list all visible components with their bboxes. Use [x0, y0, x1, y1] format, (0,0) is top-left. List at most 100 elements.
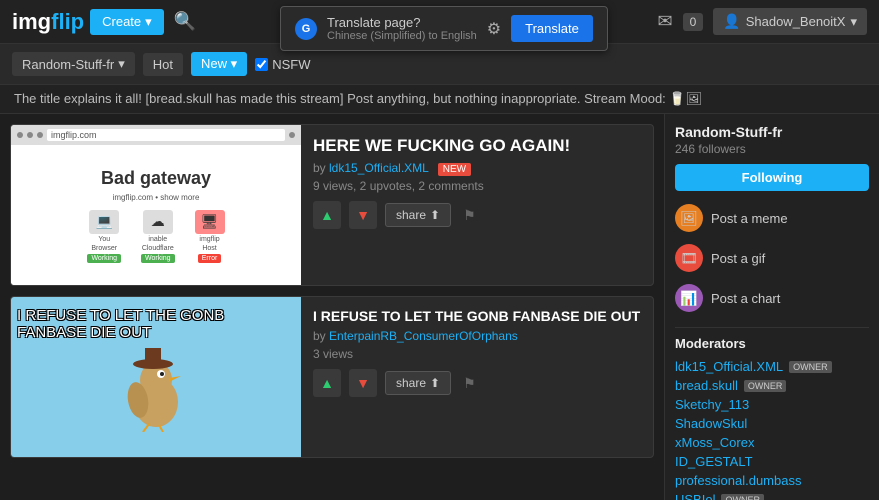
bad-gateway-screenshot: imgflip.com Bad gateway imgflip.com • sh… — [11, 125, 301, 285]
post-author-link[interactable]: ldk15_Official.XML — [329, 161, 428, 175]
mod-link-4[interactable]: xMoss_Corex — [675, 435, 754, 450]
sidebar-actions: 🖼 Post a meme 🎞 Post a gif 📊 Post a char… — [675, 201, 869, 315]
bad-gateway-subtitle: imgflip.com • show more — [113, 193, 200, 202]
browser-body: Bad gateway imgflip.com • show more 💻 Yo… — [11, 145, 301, 285]
post-chart-button[interactable]: 📊 Post a chart — [675, 281, 869, 315]
post-stats: 9 views, 2 upvotes, 2 comments — [313, 179, 641, 193]
tab-hot[interactable]: Hot — [143, 53, 183, 76]
cloudflare-sublabel: Cloudflare — [142, 245, 174, 252]
browser-menu — [289, 132, 295, 138]
search-icon[interactable]: 🔍 — [174, 11, 196, 32]
translate-gear-icon[interactable]: ⚙ — [487, 19, 501, 39]
post-author-link-2[interactable]: EnterpainRB_ConsumerOfOrphans — [329, 329, 518, 343]
you-status: Working — [87, 254, 121, 263]
create-button[interactable]: Create ▾ — [90, 9, 164, 35]
feed: imgflip.com Bad gateway imgflip.com • sh… — [0, 114, 664, 500]
share-label: share — [396, 208, 426, 222]
downvote-button-2[interactable]: ▼ — [349, 369, 377, 397]
list-item: Sketchy_113 — [675, 395, 869, 414]
list-item: xMoss_Corex — [675, 433, 869, 452]
mod-link-0[interactable]: ldk15_Official.XML — [675, 359, 783, 374]
post-info: HERE WE FUCKING GO AGAIN! by ldk15_Offic… — [301, 125, 653, 285]
tab-new[interactable]: New ▾ — [191, 52, 247, 76]
meme-top-text: I REFUSE TO LET THE GONB FANBASE DIE OUT — [11, 303, 301, 345]
tab-new-arrow-icon: ▾ — [231, 56, 238, 71]
downvote-button[interactable]: ▼ — [349, 201, 377, 229]
post-chart-icon: 📊 — [675, 284, 703, 312]
share-icon: ⬆ — [430, 208, 440, 222]
moderators-title: Moderators — [675, 336, 869, 351]
list-item: ldk15_Official.XML OWNER — [675, 357, 869, 376]
username-label: Shadow_BenoitX — [746, 14, 846, 29]
user-menu-button[interactable]: 👤 Shadow_BenoitX ▾ — [713, 8, 867, 35]
bad-gw-host: 🖥 imgflip Host Error — [195, 210, 225, 263]
user-avatar-icon: 👤 — [723, 13, 740, 30]
post-gif-label: Post a gif — [711, 251, 765, 266]
list-item: ID_GESTALT — [675, 452, 869, 471]
mod-role-0: OWNER — [789, 361, 832, 373]
translate-subtitle: Chinese (Simplified) to English — [327, 30, 477, 42]
bad-gateway-title: Bad gateway — [101, 168, 211, 189]
bad-gw-you: 💻 You Browser Working — [87, 210, 121, 263]
post-meme-label: Post a meme — [711, 211, 788, 226]
cloudflare-status: Working — [141, 254, 175, 263]
stream-selector[interactable]: Random-Stuff-fr ▾ — [12, 52, 135, 76]
post-title-2: I REFUSE TO LET THE GONB FANBASE DIE OUT — [313, 307, 641, 325]
list-item: professional.dumbass — [675, 471, 869, 490]
mod-link-5[interactable]: ID_GESTALT — [675, 454, 753, 469]
share-button[interactable]: share ⬆ — [385, 203, 451, 227]
list-item: ShadowSkul — [675, 414, 869, 433]
sidebar: Random-Stuff-fr 246 followers Following … — [664, 114, 879, 500]
post-title: HERE WE FUCKING GO AGAIN! — [313, 135, 641, 157]
mod-link-7[interactable]: USBIol — [675, 492, 715, 500]
you-icon: 💻 — [89, 210, 119, 234]
post-chart-label: Post a chart — [711, 291, 780, 306]
table-row: imgflip.com Bad gateway imgflip.com • sh… — [10, 124, 654, 286]
post-gif-icon: 🎞 — [675, 244, 703, 272]
bad-gateway-icons: 💻 You Browser Working ☁ inable Cloudflar… — [87, 210, 224, 263]
browser-bar: imgflip.com — [11, 125, 301, 145]
mail-icon[interactable]: ✉ — [658, 11, 673, 32]
post-meme-button[interactable]: 🖼 Post a meme — [675, 201, 869, 235]
table-row: I REFUSE TO LET THE GONB FANBASE DIE OUT — [10, 296, 654, 458]
upvote-button[interactable]: ▲ — [313, 201, 341, 229]
mod-link-6[interactable]: professional.dumbass — [675, 473, 801, 488]
nsfw-toggle[interactable]: NSFW — [255, 57, 310, 72]
browser-dot-3 — [37, 132, 43, 138]
mod-role-7: OWNER — [721, 494, 764, 500]
list-item: USBIol OWNER — [675, 490, 869, 500]
mod-link-3[interactable]: ShadowSkul — [675, 416, 747, 431]
sidebar-divider — [675, 327, 869, 328]
stream-description: The title explains it all! [bread.skull … — [0, 85, 879, 114]
bad-gw-cloudflare: ☁ inable Cloudflare Working — [141, 210, 175, 263]
post-info-2: I REFUSE TO LET THE GONB FANBASE DIE OUT… — [301, 297, 653, 457]
create-arrow-icon: ▾ — [145, 14, 152, 30]
user-menu-arrow-icon: ▾ — [850, 14, 857, 30]
browser-dot-2 — [27, 132, 33, 138]
nsfw-checkbox[interactable] — [255, 58, 268, 71]
share-label-2: share — [396, 376, 426, 390]
notification-badge[interactable]: 0 — [683, 13, 704, 31]
translate-button[interactable]: Translate — [511, 15, 593, 42]
flag-button-2[interactable]: ⚑ — [459, 371, 480, 396]
browser-dot-1 — [17, 132, 23, 138]
mod-role-1: OWNER — [744, 380, 787, 392]
mod-link-2[interactable]: Sketchy_113 — [675, 397, 749, 412]
post-gif-button[interactable]: 🎞 Post a gif — [675, 241, 869, 275]
upvote-button-2[interactable]: ▲ — [313, 369, 341, 397]
host-sublabel: Host — [202, 245, 216, 252]
create-label: Create — [102, 14, 141, 29]
share-button-2[interactable]: share ⬆ — [385, 371, 451, 395]
stream-arrow-icon: ▾ — [118, 56, 125, 72]
following-button[interactable]: Following — [675, 164, 869, 191]
translate-text-group: Translate page? Chinese (Simplified) to … — [327, 15, 477, 42]
post-meta-2: by EnterpainRB_ConsumerOfOrphans — [313, 329, 641, 343]
post-actions: ▲ ▼ share ⬆ ⚑ — [313, 201, 641, 229]
main-content: imgflip.com Bad gateway imgflip.com • sh… — [0, 114, 879, 500]
cloudflare-icon: ☁ — [143, 210, 173, 234]
post-actions-2: ▲ ▼ share ⬆ ⚑ — [313, 369, 641, 397]
translate-bar: G Translate page? Chinese (Simplified) t… — [280, 6, 608, 51]
mod-link-1[interactable]: bread.skull — [675, 378, 738, 393]
flag-button[interactable]: ⚑ — [459, 203, 480, 228]
translate-title: Translate page? — [327, 15, 477, 30]
